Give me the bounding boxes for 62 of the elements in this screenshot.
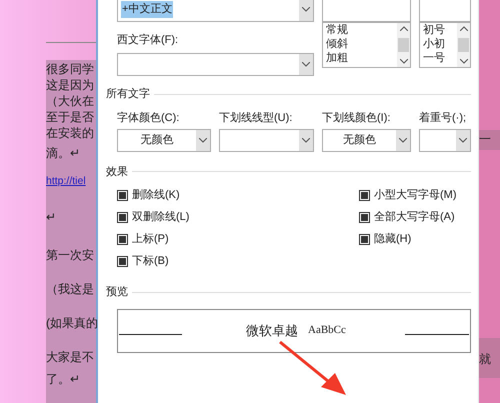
field-label: 下划线颜色(I): — [322, 110, 390, 124]
size-input-field[interactable] — [419, 0, 471, 22]
checkbox-label[interactable]: 小型大写字母(M) — [374, 186, 456, 204]
preview-sample-text: AaBbCc — [308, 323, 346, 338]
field-label: 字体颜色(C): — [117, 110, 180, 124]
list-item[interactable]: 初号 — [423, 23, 445, 37]
scroll-down-icon[interactable] — [400, 59, 408, 64]
scroll-up-icon[interactable] — [400, 26, 408, 31]
checkbox[interactable] — [359, 190, 370, 200]
checkbox[interactable] — [117, 212, 128, 222]
document-text: 在安装的 — [46, 126, 94, 140]
section-title: 所有文字 — [106, 86, 150, 102]
list-item[interactable]: 加粗 — [326, 51, 348, 65]
dropdown-field[interactable]: 无颜色 — [117, 128, 211, 152]
scroll-down-icon[interactable] — [460, 59, 468, 64]
scrollbar[interactable] — [457, 23, 470, 67]
checkbox[interactable] — [359, 212, 370, 222]
field-label: 着重号(·); — [419, 110, 466, 124]
preview-sample-text: 微软卓越 — [246, 322, 298, 340]
checkbox-label[interactable]: 双删除线(L) — [132, 208, 190, 226]
dropdown-field[interactable] — [419, 128, 471, 152]
checkbox-label[interactable]: 删除线(K) — [132, 186, 180, 204]
checkbox-label[interactable]: 下标(B) — [132, 252, 169, 270]
checkbox[interactable] — [117, 256, 128, 266]
size-list[interactable]: 初号 小初 一号 — [419, 22, 471, 68]
dropdown-field[interactable]: 无颜色 — [322, 128, 411, 152]
section-title: 效果 — [106, 164, 128, 180]
document-text: （我这是 — [46, 282, 94, 296]
dropdown-field[interactable] — [219, 128, 314, 152]
document-text: 这是因为 — [46, 78, 94, 92]
selected-font-text: +中文正文 — [121, 1, 174, 18]
field-label: 下划线线型(U): — [219, 110, 292, 124]
document-text: 很多同学 — [46, 62, 94, 76]
document-text: 大家是不 — [46, 350, 94, 364]
document-text: ↵ — [46, 210, 56, 224]
document-text: (如果真的 — [46, 316, 98, 330]
pointer-arrow — [278, 340, 348, 396]
document-text: 一 — [479, 132, 491, 146]
document-text: 了。↵ — [46, 372, 80, 386]
style-list[interactable]: 常规 倾斜 加粗 — [322, 22, 411, 68]
list-item[interactable]: 一号 — [423, 51, 445, 65]
section-title: 预览 — [106, 285, 128, 300]
checkbox[interactable] — [117, 234, 128, 244]
checkbox-label[interactable]: 全部大写字母(A) — [374, 208, 455, 226]
list-item[interactable]: 倾斜 — [326, 37, 348, 51]
style-input-field[interactable] — [322, 0, 411, 22]
checkbox-label[interactable]: 隐藏(H) — [374, 230, 412, 248]
chinese-font-combobox[interactable]: +中文正文 — [117, 0, 314, 22]
scrollbar[interactable] — [397, 23, 410, 67]
document-link[interactable]: http://tiel — [46, 174, 86, 188]
list-item[interactable]: 小初 — [423, 37, 445, 51]
document-text: 就 — [479, 352, 491, 366]
list-item[interactable]: 常规 — [326, 23, 348, 37]
document-text: 至于是否 — [46, 110, 94, 124]
checkbox[interactable] — [117, 190, 128, 200]
document-text: （大伙在 — [46, 94, 94, 108]
document-text: 第一次安 — [46, 248, 94, 262]
checkbox-label[interactable]: 上标(P) — [132, 230, 169, 248]
scroll-up-icon[interactable] — [460, 26, 468, 31]
checkbox[interactable] — [359, 234, 370, 244]
document-text: 滴。↵ — [46, 146, 80, 160]
field-label: 西文字体(F): — [117, 33, 180, 47]
